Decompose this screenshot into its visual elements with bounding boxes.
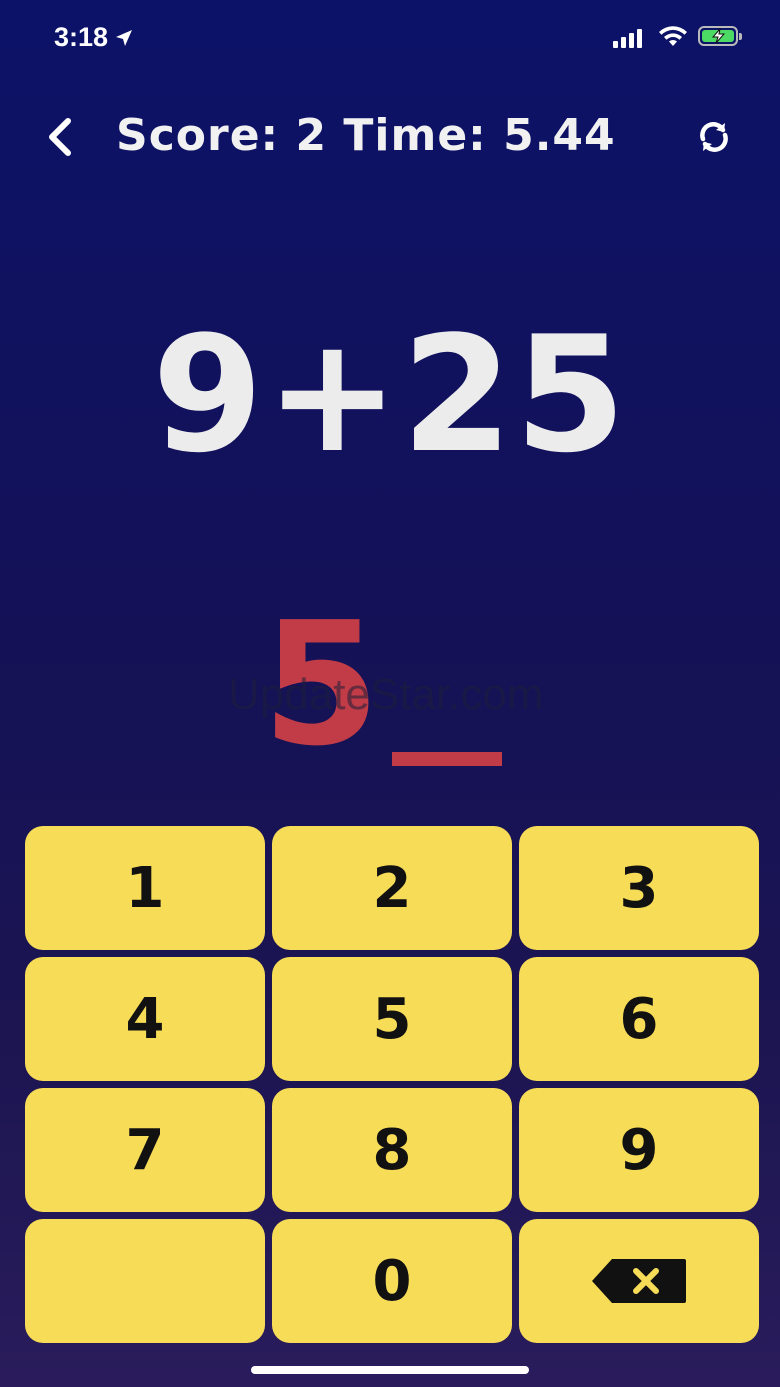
answer-cursor-underline [392,752,502,766]
key-4[interactable]: 4 [25,957,265,1081]
key-8[interactable]: 8 [272,1088,512,1212]
math-problem: 9+25 [151,301,629,488]
key-5[interactable]: 5 [272,957,512,1081]
number-keypad: 1 2 3 4 5 6 7 8 9 0 [25,826,759,1343]
status-time-text: 3:18 [54,22,109,52]
location-arrow-icon [116,29,133,46]
backspace-icon [592,1259,686,1303]
key-1[interactable]: 1 [25,826,265,950]
battery-charging-icon [698,26,742,46]
status-time: 3:18 [54,22,134,53]
back-button[interactable] [34,110,84,164]
key-3[interactable]: 3 [519,826,759,950]
refresh-icon [700,122,728,152]
key-9[interactable]: 9 [519,1088,759,1212]
chevron-left-icon [49,118,71,156]
watermark: UpdateStar.com [228,670,544,719]
restart-button[interactable] [688,110,740,164]
key-7[interactable]: 7 [25,1088,265,1212]
key-2[interactable]: 2 [272,826,512,950]
backspace-key[interactable] [519,1219,759,1343]
home-indicator[interactable] [251,1366,529,1374]
key-6[interactable]: 6 [519,957,759,1081]
status-bar: 3:18 [0,0,780,80]
score-time-label: Score: 2 Time: 5.44 [116,110,616,161]
cellular-signal-icon [613,28,642,48]
key-blank[interactable] [25,1219,265,1343]
key-0[interactable]: 0 [272,1219,512,1343]
wifi-icon [659,26,687,46]
game-header: Score: 2 Time: 5.44 [0,100,780,172]
